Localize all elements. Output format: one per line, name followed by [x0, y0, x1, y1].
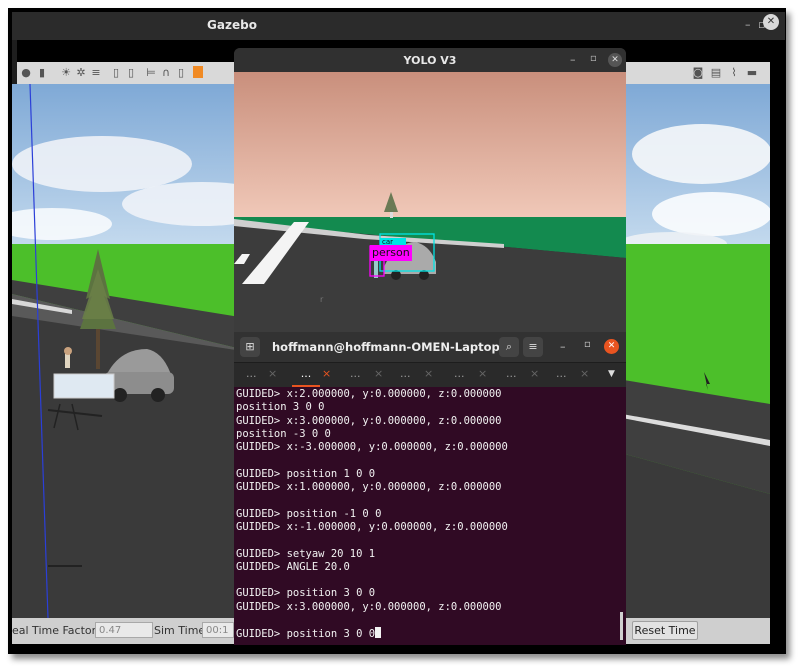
- person-detection-label: person: [370, 245, 412, 261]
- screenshot-icon[interactable]: ◙: [692, 66, 704, 79]
- terminal-minimize-button[interactable]: –: [560, 340, 566, 353]
- terminal-cursor: [375, 627, 382, 639]
- tab-close-icon[interactable]: ×: [478, 363, 487, 387]
- sphere-icon[interactable]: ●: [20, 66, 32, 79]
- terminal-output[interactable]: GUIDED> x:2.000000, y:0.000000, z:0.0000…: [236, 388, 624, 643]
- terminal-window: ⊞ hoffmann@hoffmann-OMEN-Laptop-... ⌕ ≡ …: [234, 332, 626, 645]
- tab-close-icon[interactable]: ×: [322, 363, 331, 387]
- gazebo-titlebar: Gazebo – ▫: [12, 12, 785, 40]
- terminal-close-button[interactable]: ✕: [604, 339, 619, 354]
- orange-select-icon[interactable]: [192, 66, 204, 79]
- yolo-minimize-button[interactable]: –: [570, 53, 576, 66]
- plot-icon[interactable]: ⌇: [728, 66, 740, 79]
- paste-icon[interactable]: ▯: [125, 66, 137, 79]
- spot-light-icon[interactable]: ✲: [75, 66, 87, 79]
- tab-close-icon[interactable]: ×: [374, 363, 383, 387]
- tab-close-icon[interactable]: ×: [530, 363, 539, 387]
- align-icon[interactable]: ⊨: [145, 66, 157, 79]
- yolo-close-button[interactable]: ✕: [608, 53, 622, 67]
- new-tab-icon[interactable]: ⊞: [240, 337, 260, 357]
- terminal-scrollbar[interactable]: [620, 612, 623, 640]
- minimize-button[interactable]: –: [745, 18, 751, 31]
- yolo-titlebar: YOLO V3 – ▫ ✕: [234, 48, 626, 72]
- terminal-tab[interactable]: ...: [556, 363, 567, 387]
- real-time-factor-field: 0.47: [95, 622, 153, 638]
- reset-time-button[interactable]: Reset Time: [632, 621, 698, 640]
- yolo-window: YOLO V3 – ▫ ✕ r car person: [234, 48, 626, 340]
- change-view-icon[interactable]: ▯: [175, 66, 187, 79]
- terminal-tab[interactable]: ...: [246, 363, 257, 387]
- terminal-tab[interactable]: ...: [350, 363, 361, 387]
- tab-list-dropdown-icon[interactable]: ▼: [608, 363, 615, 387]
- terminal-maximize-button[interactable]: ▫: [584, 339, 591, 350]
- cylinder-icon[interactable]: ▮: [36, 66, 48, 79]
- video-icon[interactable]: ▬: [746, 66, 758, 79]
- terminal-prompt-text: GUIDED> position 3 0 0: [236, 628, 376, 641]
- hamburger-menu-icon[interactable]: ≡: [523, 337, 543, 357]
- terminal-tab-bar: ... × ... × ... × ... × ... × ... × ... …: [234, 362, 626, 387]
- real-time-factor-label: eal Time Factor:: [12, 624, 100, 637]
- terminal-line: GUIDED> x:3.000000, y:0.000000, z:0.0000…: [236, 414, 502, 427]
- log-icon[interactable]: ▤: [710, 66, 722, 79]
- sim-time-field: 00:1: [202, 622, 234, 638]
- terminal-line: GUIDED> ANGLE 20.0: [236, 560, 350, 573]
- terminal-tab-active[interactable]: ...: [292, 363, 320, 387]
- terminal-line: GUIDED> x:-3.000000, y:0.000000, z:0.000…: [236, 441, 508, 454]
- gazebo-close-button[interactable]: ✕: [763, 14, 779, 30]
- terminal-line: GUIDED> x:1.000000, y:0.000000, z:0.0000…: [236, 481, 502, 494]
- tab-close-icon[interactable]: ×: [580, 363, 589, 387]
- sun-light-icon[interactable]: ☀: [60, 66, 72, 79]
- terminal-line: position 3 0 0: [236, 401, 325, 414]
- terminal-tab[interactable]: ...: [400, 363, 411, 387]
- copy-icon[interactable]: ▯: [110, 66, 122, 79]
- snap-icon[interactable]: ∩: [160, 66, 172, 79]
- terminal-line: position -3 0 0: [236, 427, 331, 440]
- terminal-tab[interactable]: ...: [506, 363, 517, 387]
- terminal-header: ⊞ hoffmann@hoffmann-OMEN-Laptop-... ⌕ ≡ …: [234, 332, 626, 362]
- search-icon[interactable]: ⌕: [499, 337, 519, 357]
- gazebo-title: Gazebo: [207, 18, 257, 32]
- yolo-maximize-button[interactable]: ▫: [590, 53, 597, 64]
- terminal-line: GUIDED> position 1 0 0: [236, 467, 376, 480]
- tab-close-icon[interactable]: ×: [424, 363, 433, 387]
- yolo-title: YOLO V3: [403, 54, 457, 67]
- terminal-title: hoffmann@hoffmann-OMEN-Laptop-...: [272, 340, 518, 354]
- sim-time-label: Sim Time:: [154, 624, 209, 637]
- terminal-tab[interactable]: ...: [454, 363, 465, 387]
- terminal-line: GUIDED> x:2.000000, y:0.000000, z:0.0000…: [236, 388, 502, 400]
- terminal-line: GUIDED> position 3 0 0: [236, 587, 376, 600]
- terminal-line: GUIDED> x:-1.000000, y:0.000000, z:0.000…: [236, 520, 508, 533]
- terminal-prompt-line[interactable]: GUIDED> position 3 0 0: [236, 627, 624, 640]
- yolo-render: r: [234, 72, 626, 340]
- tab-close-icon[interactable]: ×: [268, 363, 277, 387]
- terminal-line: GUIDED> position -1 0 0: [236, 507, 382, 520]
- terminal-line: GUIDED> x:3.000000, y:0.000000, z:0.0000…: [236, 600, 502, 613]
- terminal-line: GUIDED> setyaw 20 10 1: [236, 547, 376, 560]
- directional-light-icon[interactable]: ≡: [90, 66, 102, 79]
- yolo-detection-image: r car person: [234, 72, 626, 340]
